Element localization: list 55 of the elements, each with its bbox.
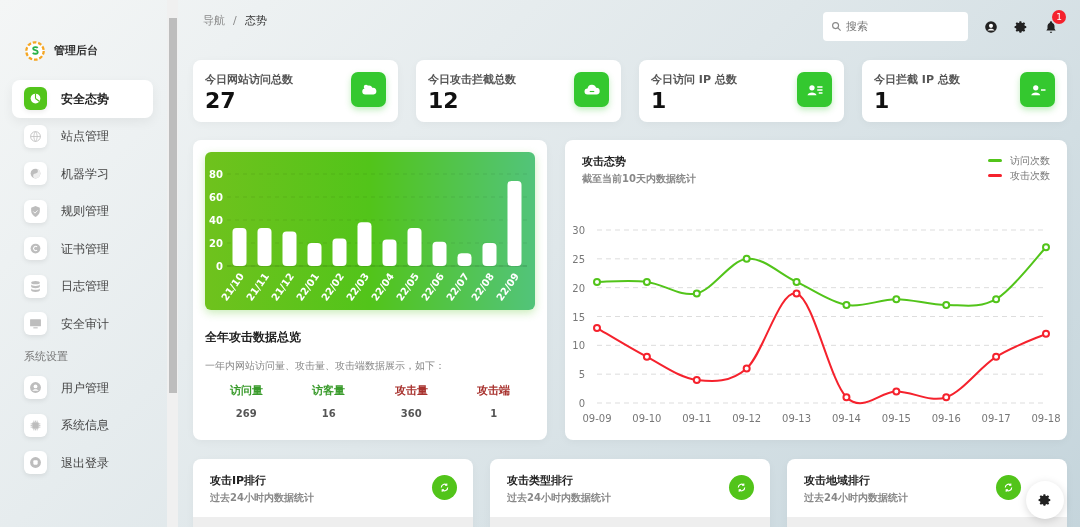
axis-tick-label: 25 (572, 253, 585, 265)
metric-label: 攻击端 (476, 383, 512, 399)
axis-tick-label: 09-09 (582, 412, 612, 424)
axis-tick-label: 0 (216, 261, 223, 272)
notification-count: 1 (1052, 9, 1066, 24)
axis-tick-label: 20 (572, 282, 585, 294)
brand-title: 管理后台 (54, 42, 98, 59)
legend-label: 攻击次数 (1010, 169, 1050, 183)
metric-value: 269 (234, 406, 258, 421)
card-subtitle: 过去24小时内数据统计 (804, 490, 908, 505)
stat-value: 27 (205, 88, 237, 113)
stat-label: 今日访问 IP 总数 (651, 72, 737, 88)
axis-tick-label: 09-12 (732, 412, 762, 424)
stat-label: 今日拦截 IP 总数 (874, 72, 960, 88)
stat-label: 今日攻击拦截总数 (428, 72, 516, 88)
stat-label: 今日网站访问总数 (205, 72, 293, 88)
breadcrumb-current: 态势 (244, 13, 267, 29)
axis-tick-label: 09-17 (981, 412, 1011, 424)
section-label: 系统设置 (23, 348, 69, 365)
metric-value: 16 (320, 406, 337, 421)
axis-tick-label: 09-14 (831, 412, 861, 424)
metric-label: 攻击量 (393, 383, 429, 399)
axis-tick-label: 09-13 (782, 412, 812, 424)
axis-tick-label: 5 (578, 368, 585, 380)
card-subtitle: 过去24小时内数据统计 (210, 490, 314, 505)
axis-tick-label: 30 (572, 224, 585, 236)
axis-tick-label: 20 (209, 238, 223, 249)
metric-label: 访客量 (311, 383, 347, 399)
metric-value: 360 (399, 406, 423, 421)
axis-tick-label: 40 (209, 215, 223, 226)
card-title: 攻击IP排行 (210, 473, 268, 489)
axis-tick-label: 09-16 (931, 412, 961, 424)
metric-value: 1 (489, 406, 499, 421)
card-title: 攻击地域排行 (804, 473, 871, 489)
axis-tick-label: 60 (209, 192, 223, 203)
axis-tick-label: 80 (209, 169, 223, 180)
breadcrumb-separator: / (233, 13, 237, 29)
card-description: 一年内网站访问量、攻击量、攻击端数据展示，如下： (205, 359, 446, 373)
card-title: 全年攻击数据总览 (205, 329, 302, 346)
stat-value: 12 (428, 88, 460, 113)
card-title: 攻击态势 (582, 154, 626, 170)
axis-tick-label: 09-10 (632, 412, 662, 424)
stat-value: 1 (651, 88, 668, 113)
axis-tick-label: 09-18 (1031, 412, 1061, 424)
metric-label: 访问量 (228, 383, 264, 399)
axis-tick-label: 09-11 (682, 412, 712, 424)
card-title: 攻击类型排行 (507, 473, 574, 489)
axis-tick-label: 15 (572, 311, 585, 322)
axis-tick-label: 09-15 (881, 412, 911, 424)
stat-value: 1 (874, 88, 891, 113)
axis-tick-label: 10 (572, 339, 585, 351)
card-subtitle: 过去24小时内数据统计 (507, 490, 611, 505)
card-subtitle: 截至当前10天内数据统计 (582, 171, 696, 186)
axis-tick-label: 0 (578, 397, 585, 409)
legend-label: 访问次数 (1010, 154, 1050, 168)
